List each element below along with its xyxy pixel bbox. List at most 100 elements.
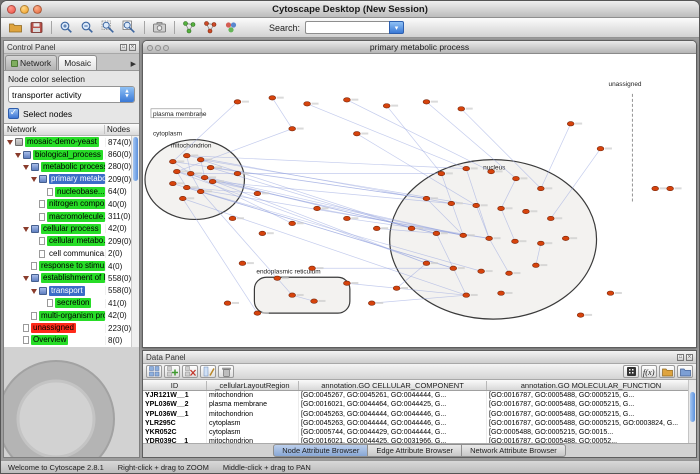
- column-header-molecular-function[interactable]: annotation.GO MOLECULAR_FUNCTION: [487, 381, 696, 390]
- node[interactable]: [314, 206, 321, 210]
- select-nodes-checkbox[interactable]: ✓: [8, 108, 19, 119]
- edge[interactable]: [183, 199, 258, 314]
- node[interactable]: [353, 132, 360, 136]
- zoom-fit-button[interactable]: [120, 19, 139, 37]
- node[interactable]: [197, 189, 204, 193]
- tree-row[interactable]: nitrogen compo...40(0): [4, 198, 139, 210]
- node[interactable]: [383, 104, 390, 108]
- node[interactable]: [607, 291, 614, 295]
- node[interactable]: [408, 226, 415, 230]
- tree-row[interactable]: secretion41(0): [4, 297, 139, 309]
- create-network-button[interactable]: [180, 19, 199, 37]
- node[interactable]: [289, 221, 296, 225]
- node[interactable]: [309, 266, 316, 270]
- close-window-button[interactable]: [7, 5, 16, 14]
- float-panel-button[interactable]: ▫: [120, 44, 127, 51]
- snapshot-button[interactable]: [150, 19, 169, 37]
- create-attribute-button[interactable]: [164, 365, 180, 378]
- zoom-in-button[interactable]: [57, 19, 76, 37]
- node[interactable]: [229, 216, 236, 220]
- node[interactable]: [463, 293, 470, 297]
- node[interactable]: [597, 146, 604, 150]
- node[interactable]: [652, 186, 659, 190]
- node[interactable]: [498, 206, 505, 210]
- expander-icon[interactable]: [22, 274, 30, 282]
- table-cell[interactable]: [GO:0016787, GO:0005488, GO:00052...: [487, 437, 696, 443]
- tree-scrollbar-thumb[interactable]: [133, 137, 138, 181]
- inner-zoom-button[interactable]: [163, 45, 169, 51]
- node[interactable]: [513, 176, 520, 180]
- node[interactable]: [173, 169, 180, 173]
- tree-row[interactable]: multi-organism pro...42(0): [4, 309, 139, 321]
- search-input[interactable]: [305, 21, 389, 34]
- tab-edge-attribute-browser[interactable]: Edge Attribute Browser: [368, 444, 462, 457]
- tree-row[interactable]: biological_process860(0): [4, 148, 139, 160]
- tree-row[interactable]: establishment of lo...558(0): [4, 272, 139, 284]
- node-color-dropdown[interactable]: transporter activity ▲▼: [8, 86, 135, 103]
- function-builder-button[interactable]: f(x): [641, 365, 657, 378]
- table-cell[interactable]: YPL036W__2: [143, 400, 207, 409]
- node[interactable]: [183, 153, 190, 157]
- table-cell[interactable]: mitochondrion: [207, 410, 299, 419]
- inner-minimize-button[interactable]: [155, 45, 161, 51]
- table-row[interactable]: YPL036W__2plasma membrane[GO:0016021, GO…: [143, 400, 696, 409]
- table-cell[interactable]: [GO:0045263, GO:0044444, GO:0044446, G..…: [299, 419, 487, 428]
- table-cell[interactable]: [GO:0016787, GO:0005488, GO:0005215, G..…: [487, 391, 696, 400]
- node[interactable]: [577, 313, 584, 317]
- table-row[interactable]: YDR039C__1mitochondrion[GO:0016021, GO:0…: [143, 437, 696, 443]
- table-cell[interactable]: [GO:0016787, GO:0005488, GO:0005215, G..…: [487, 410, 696, 419]
- node[interactable]: [304, 102, 311, 106]
- expander-icon[interactable]: [14, 151, 22, 159]
- table-cell[interactable]: [GO:0016021, GO:0044464, GO:0044425, G..…: [299, 400, 487, 409]
- open-session-button[interactable]: [6, 19, 25, 37]
- node[interactable]: [486, 236, 493, 240]
- node[interactable]: [259, 231, 266, 235]
- node[interactable]: [498, 291, 505, 295]
- node[interactable]: [463, 166, 470, 170]
- table-row[interactable]: YLR295Ccytoplasm[GO:0045263, GO:0044444,…: [143, 419, 696, 428]
- node[interactable]: [274, 276, 281, 280]
- edge[interactable]: [272, 98, 292, 129]
- node[interactable]: [537, 186, 544, 190]
- table-cell[interactable]: YPL036W__1: [143, 410, 207, 419]
- table-cell[interactable]: cytoplasm: [207, 428, 299, 437]
- node[interactable]: [269, 96, 276, 100]
- node[interactable]: [201, 175, 208, 179]
- node[interactable]: [423, 100, 430, 104]
- tab-network-attribute-browser[interactable]: Network Attribute Browser: [462, 444, 566, 457]
- table-cell[interactable]: cytoplasm: [207, 419, 299, 428]
- node[interactable]: [448, 201, 455, 205]
- matrix-button[interactable]: [623, 365, 639, 378]
- node[interactable]: [344, 281, 351, 285]
- node[interactable]: [234, 100, 241, 104]
- node[interactable]: [224, 301, 231, 305]
- tree-row[interactable]: metabolic process280(0): [4, 161, 139, 173]
- table-cell[interactable]: YDR039C__1: [143, 437, 207, 443]
- table-scrollbar[interactable]: [688, 380, 696, 443]
- minimize-window-button[interactable]: [20, 5, 29, 14]
- node[interactable]: [460, 233, 467, 237]
- tree-row[interactable]: macromolecule...311(0): [4, 210, 139, 222]
- node[interactable]: [254, 311, 261, 315]
- node[interactable]: [523, 209, 530, 213]
- table-row[interactable]: YPL036W__1mitochondrion[GO:0045263, GO:0…: [143, 410, 696, 419]
- zoom-window-button[interactable]: [33, 5, 42, 14]
- table-cell[interactable]: YKR052C: [143, 428, 207, 437]
- table-cell[interactable]: [GO:0016787, GO:0005488, GO:0005215, GO:…: [487, 419, 696, 428]
- zoom-selected-button[interactable]: [99, 19, 118, 37]
- tree-row[interactable]: cell communica...2(0): [4, 248, 139, 260]
- edit-attribute-button[interactable]: [200, 365, 216, 378]
- node[interactable]: [450, 266, 457, 270]
- tab-node-attribute-browser[interactable]: Node Attribute Browser: [273, 444, 368, 457]
- node[interactable]: [667, 186, 674, 190]
- column-header-region[interactable]: _cellularLayoutRegion: [207, 381, 299, 390]
- expander-icon[interactable]: [22, 225, 30, 233]
- node[interactable]: [239, 261, 246, 265]
- close-panel-button[interactable]: ×: [129, 44, 136, 51]
- node[interactable]: [183, 185, 190, 189]
- zoom-out-button[interactable]: [78, 19, 97, 37]
- node[interactable]: [373, 226, 380, 230]
- import-attributes-button[interactable]: [659, 365, 675, 378]
- tab-scroll-right-button[interactable]: ▶: [131, 60, 138, 70]
- close-panel-button[interactable]: ×: [686, 354, 693, 361]
